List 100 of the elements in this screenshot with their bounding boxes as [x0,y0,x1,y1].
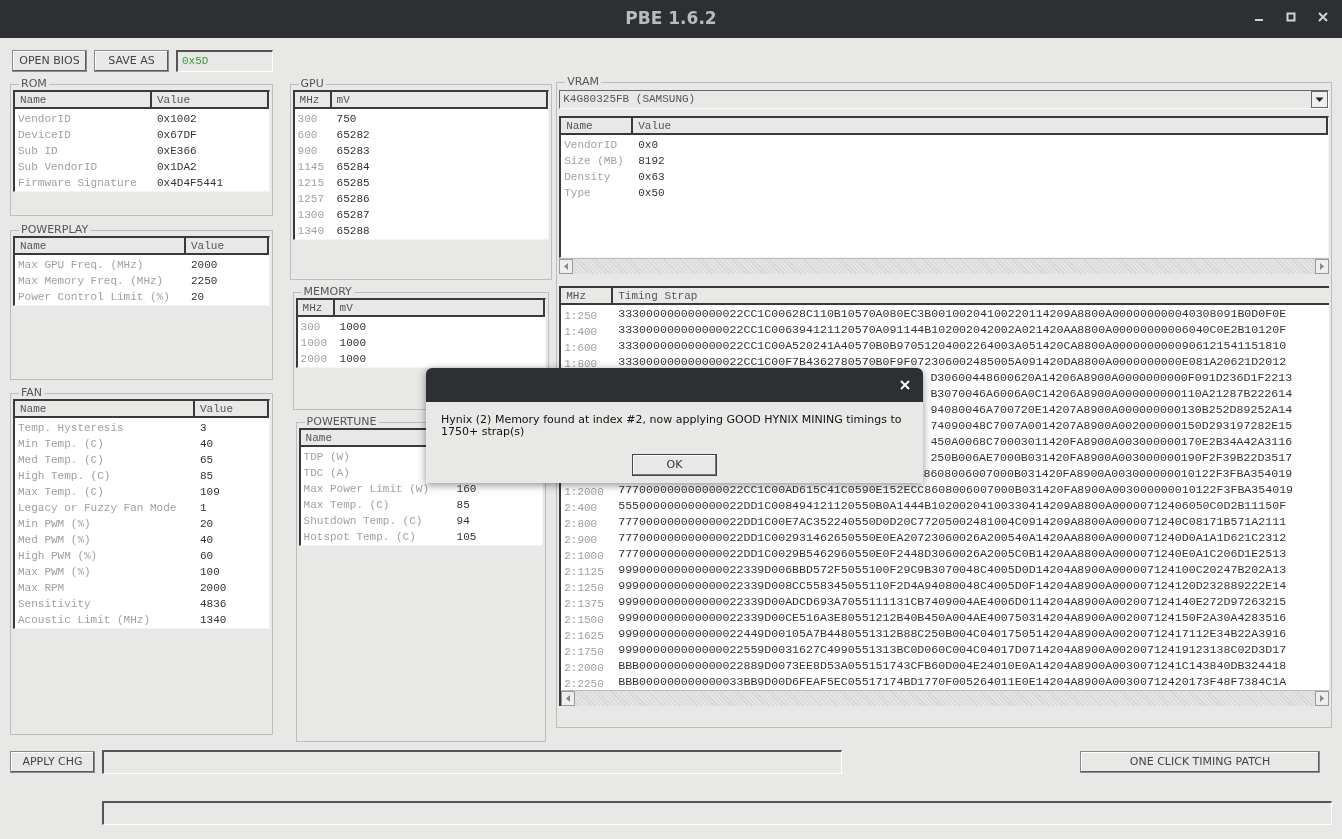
table-cell-text: VendorID [17,111,72,127]
column-header[interactable]: Value [195,401,267,416]
window-title: PBE 1.6.2 [625,7,717,31]
column-header[interactable]: Name [15,92,152,107]
column-header[interactable]: Name [15,238,186,253]
table-cell-text: 40 [199,532,215,548]
panel-title: VRAM [566,76,600,88]
table-cell-text: 1000 [338,335,367,351]
table-cell-text: Type [563,185,592,201]
table-cell-text: 85 [455,497,471,513]
table-cell-text: 1 [199,500,208,516]
table-cell-text: Hotspot Temp. (C) [302,529,417,545]
table-cell-text: 999000000000000022339D008CC558345055110F2D4A94080048C4005D0F14204A8900A000007124120D232889222E14 [618,578,1287,595]
table-cell-text: 3 [199,420,208,436]
timing-patch-button[interactable]: ONE CLICK TIMING PATCH [1080,751,1320,773]
column-header[interactable]: MHz [294,92,332,107]
table-cell-text: 2:1250 [563,582,605,594]
table-cell-text: 1300 [296,207,325,223]
table-cell-text: 2:800 [563,518,599,530]
table-cell-text: Temp. Hysteresis [17,420,125,436]
table-cell-text: 0x4D4F5441 [156,175,224,191]
table-cell-text: 1257 [296,191,325,207]
table-cell-text: 555000000000000022DD1C008494121120550B0A1444B10200204100330414209A8800A00000712406050C0D2B11150F [618,498,1287,515]
column-header[interactable]: MHz [297,300,335,315]
table-cell-text: 109 [199,484,221,500]
table-cell-text: 2:1625 [563,630,605,642]
table-cell-text: Density [563,169,612,185]
input-field[interactable] [102,750,842,774]
table-cell-text: 333000000000000022CC1C006394121120570A091144B102002042002A021420AA8800A00000000006040C0E2B10120F [618,322,1287,339]
toolbar-button[interactable]: OPEN BIOS [12,50,87,72]
column-header[interactable]: Value [633,118,1326,133]
table-cell-text: 2:1125 [563,566,605,578]
column-header[interactable]: Timing Strap [613,288,1329,303]
table-cell-text: 333000000000000022CC1C00F7B4362780570B0F9F072306002485005A091420DA8800A0000000000E081A20621D2012 [618,354,1287,371]
caret-icon[interactable] [1311,91,1328,108]
table-cell-text: 2:1750 [563,646,605,658]
table-cell-text: 2:2000 [563,662,605,674]
table-cell-text: 65288 [335,223,371,239]
table-cell-text: 2:1500 [563,614,605,626]
toolbar-button[interactable]: SAVE AS [94,50,169,72]
maximize-icon[interactable] [1286,12,1296,22]
table-cell-text: 1145 [296,159,325,175]
table-cell-text: 999000000000000022339D00CE516A3E80551212B40B450A004AE400750314204A8900A002007124150F2A30A4283516 [618,610,1287,627]
column-header[interactable]: Value [186,238,267,253]
table-cell-text: B3070046A6006A0C14206A8900A000000000110A21287B222614 [930,386,1293,403]
table-cell-text: 94 [455,513,471,529]
table-cell-text: 2:2250 [563,678,605,690]
horizontal-scrollbar[interactable] [561,690,1329,706]
table-cell-text: D30600448600620A14206A8900A0000000000F091D236D1F2213 [930,370,1293,387]
table-cell-text: DeviceID [17,127,72,143]
table-cell-text: 333000000000000022CC1C00628C110B10570A080EC3B00100204100220114209A8800A000000000040308091B0D0F0E [618,306,1287,323]
table-cell-text: 1340 [199,612,228,628]
table-cell-text: Med Temp. (C) [17,452,105,468]
table-cell-text: 8192 [637,153,666,169]
table-cell-text: Max PWM (%) [17,564,92,580]
table-cell-text: 999000000000000022449D00105A7B4480551312B88C250B004C0401750514204A8900A00200712417112E34B22A3916 [618,626,1287,643]
table-cell-text: Sub VendorID [17,159,99,175]
apply-button[interactable]: APPLY CHG [10,751,95,773]
table-cell-text: 20 [190,289,206,305]
table-cell-text: 1215 [296,175,325,191]
column-header[interactable]: MHz [561,288,614,303]
table-cell-text: 1340 [296,223,325,239]
table-cell-text: 750 [335,111,358,127]
table-cell-text: 300 [296,111,319,127]
table-cell-text: 1:400 [563,326,599,338]
table-cell-text: Size (MB) [563,153,625,169]
column-header[interactable]: Value [152,92,267,107]
table-cell-text: 0x50 [637,185,666,201]
input-field[interactable] [102,801,1332,825]
table-cell-text: 20 [199,516,215,532]
panel-title: GPU [299,78,325,90]
table-cell-text: Max GPU Freq. (MHz) [17,257,145,273]
column-header[interactable]: mV [331,92,547,107]
horizontal-scrollbar[interactable] [559,258,1329,274]
table-cell-text: Max Memory Freq. (MHz) [17,273,165,289]
table-cell-text: 2:1000 [563,550,605,562]
panel-title: POWERTUNE [305,416,378,428]
ok-button[interactable]: OK [632,454,717,476]
table-cell-text: 777000000000000022DD1C0029B5462960550E0F2448D3060026A2005C0B1420AA8800A0000071240E0A1C206D1E2513 [618,546,1287,563]
table-cell-text: Sub ID [17,143,59,159]
table-cell-text: 60 [199,548,215,564]
table-cell-text: High PWM (%) [17,548,99,564]
column-header[interactable]: Name [561,118,634,133]
table-cell-text: Max Power Limit (W) [302,481,430,497]
table-cell-text: 900 [296,143,319,159]
table-cell-text: 65285 [335,175,371,191]
column-header[interactable]: Name [15,401,195,416]
column-header[interactable]: mV [334,300,544,315]
table-cell-text: 65 [199,452,215,468]
table-cell-text: Legacy or Fuzzy Fan Mode [17,500,178,516]
dropdown[interactable]: K4G80325FB (SAMSUNG) [559,90,1329,109]
table-cell-text: 777000000000000022DD1C00E7AC352240550D0D20C77205002481004C0914209A8800A0000071240C08171B571A2111 [618,514,1287,531]
table-cell-text: 100 [199,564,221,580]
table-cell-text: 2000 [190,257,219,273]
table-cell-text: Max Temp. (C) [302,497,391,513]
panel-title: FAN [20,387,44,399]
table-cell-text: Min PWM (%) [17,516,92,532]
table-cell-text: 65286 [335,191,371,207]
close-icon[interactable] [1318,12,1328,22]
table-cell-text: 1:2000 [563,486,605,498]
